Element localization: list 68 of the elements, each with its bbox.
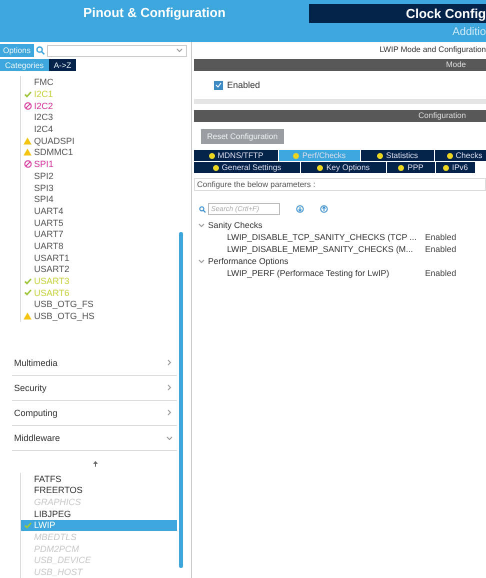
category-row[interactable]: Security (12, 376, 177, 401)
enabled-checkbox[interactable] (214, 80, 223, 90)
param-name: LWIP_DISABLE_TCP_SANITY_CHECKS (TCP ... (227, 232, 418, 242)
peripheral-item[interactable]: UART7 (21, 228, 177, 240)
peripheral-item[interactable]: USART2 (21, 263, 177, 276)
category-row[interactable]: Computing (12, 400, 177, 426)
chevron-down-icon (166, 434, 173, 442)
expand-icon[interactable] (296, 205, 304, 213)
collapse-icon[interactable] (320, 205, 328, 213)
subtitle: Additio (452, 26, 486, 38)
search-icon (36, 46, 45, 56)
group-row[interactable]: Performance Options (194, 255, 486, 267)
param-value: Enabled (425, 268, 456, 278)
peripheral-item[interactable]: SPI3 (21, 182, 177, 194)
checkbox-label: Enabled (227, 80, 260, 90)
category-row[interactable]: Multimedia (12, 350, 177, 376)
config-tab[interactable]: IPv6 (436, 162, 476, 173)
view-tab[interactable]: A->Z (48, 59, 76, 72)
config-tab[interactable]: General Settings (194, 162, 301, 173)
blocked-icon (24, 160, 32, 168)
chevron-down-icon (198, 222, 205, 228)
peripheral-item[interactable]: I2C3 (21, 112, 177, 124)
clock-config-tab[interactable]: Clock Config (308, 4, 486, 23)
config-tab[interactable]: PPP (387, 162, 436, 173)
group-row[interactable]: Sanity Checks (194, 219, 486, 231)
mode-bar: Mode (194, 59, 486, 71)
peripheral-item[interactable]: I2C2 (21, 100, 177, 112)
peripheral-item[interactable]: SPI1 (21, 158, 177, 170)
sort-icon (93, 461, 98, 467)
peripheral-item[interactable]: UART4 (21, 205, 177, 217)
peripheral-item[interactable]: I2C4 (21, 123, 177, 135)
peripheral-item[interactable]: FMC (21, 76, 177, 88)
peripheral-item[interactable]: USB_OTG_FS (21, 298, 177, 310)
peripheral-item[interactable]: SPI2 (21, 170, 177, 182)
category-row[interactable]: Middleware (12, 426, 177, 452)
peripheral-item[interactable]: UART5 (21, 216, 177, 228)
blocked-icon (24, 102, 32, 110)
panel-title: LWIP Mode and Configuration (380, 45, 486, 54)
section-title: Pinout & Configuration (83, 5, 226, 22)
hint-text: Configure the below parameters : (194, 178, 486, 191)
peripheral-item[interactable]: SDMMC1 (21, 146, 177, 158)
chevron-down-icon (198, 258, 205, 264)
check-icon (24, 90, 32, 98)
param-value: Enabled (425, 244, 456, 254)
check-icon (24, 522, 32, 529)
config-tab[interactable]: MDNS/TFTP (194, 150, 279, 161)
chevron-right-icon (166, 359, 173, 366)
param-name: LWIP_PERF (Performace Testing for LwIP) (227, 268, 390, 278)
peripheral-item[interactable]: UART8 (21, 240, 177, 252)
middleware-item[interactable]: FREERTOS (21, 484, 177, 496)
config-tab[interactable]: Key Options (301, 162, 387, 173)
config-tab[interactable]: Checks (435, 150, 486, 161)
middleware-item[interactable]: LIBJPEG (21, 508, 177, 520)
configuration-bar: Configuration (194, 110, 486, 122)
param-value: Enabled (425, 232, 456, 242)
warning-icon (23, 312, 32, 320)
chevron-right-icon (166, 409, 173, 416)
peripheral-item[interactable]: SPI4 (21, 193, 177, 206)
middleware-item[interactable]: FATFS (21, 472, 177, 484)
param-name: LWIP_DISABLE_MEMP_SANITY_CHECKS (M... (227, 244, 414, 254)
chevron-down-icon (176, 47, 183, 54)
peripheral-item[interactable]: USART1 (21, 252, 177, 264)
scrollbar[interactable] (179, 232, 183, 568)
chevron-right-icon (166, 384, 173, 392)
peripheral-item[interactable]: USB_OTG_HS (21, 310, 177, 322)
search-icon (199, 206, 206, 212)
peripheral-item[interactable]: QUADSPI (21, 134, 177, 147)
config-tab[interactable]: Statistics (361, 150, 435, 161)
